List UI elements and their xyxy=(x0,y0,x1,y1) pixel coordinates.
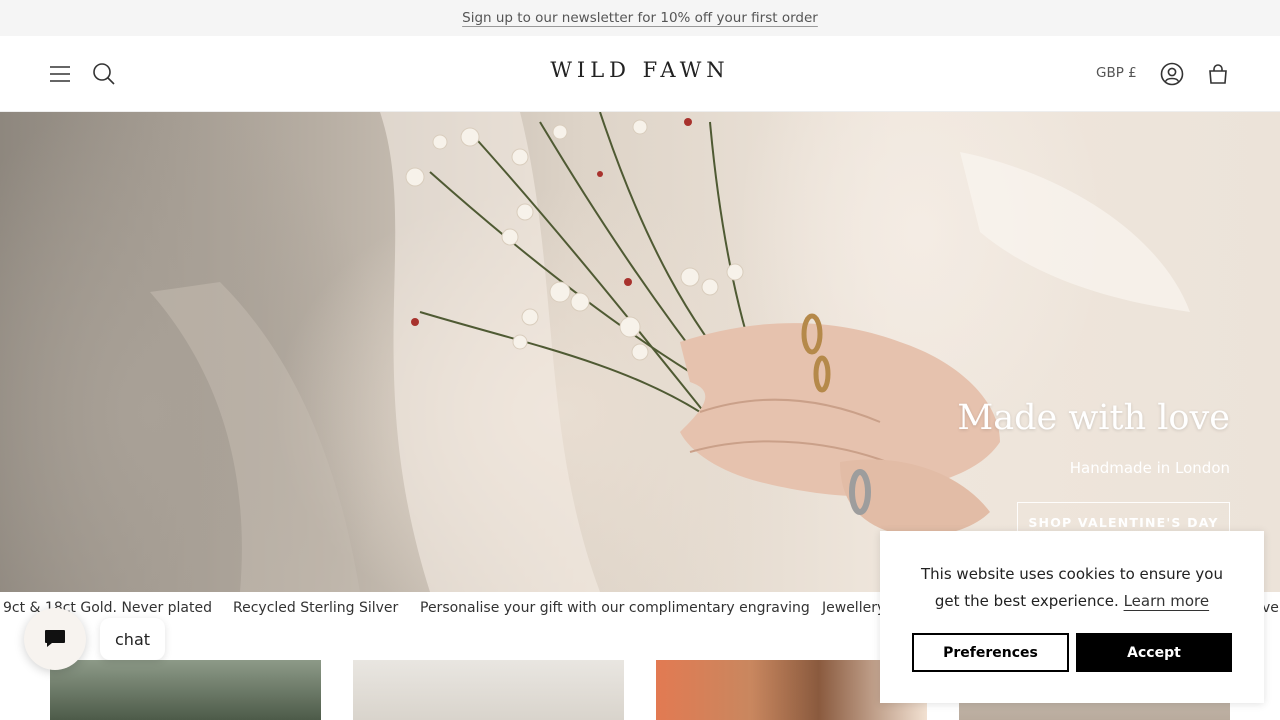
product-image[interactable] xyxy=(50,660,321,720)
currency-selector[interactable]: GBP £ xyxy=(1096,65,1137,81)
brand-logo: WILD FAWN xyxy=(0,58,1280,82)
accept-button[interactable]: Accept xyxy=(1076,633,1232,672)
cookie-banner: This website uses cookies to ensure you … xyxy=(880,531,1264,703)
ticker-item: 9ct & 18ct Gold. Never plated xyxy=(3,600,212,616)
chat-bubble-icon xyxy=(45,630,65,647)
newsletter-link[interactable]: Sign up to our newsletter for 10% off yo… xyxy=(462,10,818,26)
hero-banner: Made with love Handmade in London SHOP V… xyxy=(0,112,1280,592)
chat-launcher-button[interactable] xyxy=(24,608,86,670)
site-header: WILD FAWN GBP £ xyxy=(0,36,1280,112)
chat-label[interactable]: chat xyxy=(100,618,166,660)
learn-more-link[interactable]: Learn more xyxy=(1124,592,1210,610)
cart-icon[interactable] xyxy=(1206,62,1230,86)
ticker-item: Jewellery xyxy=(822,600,886,616)
ticker-item: Personalise your gift with our complimen… xyxy=(420,600,810,616)
search-icon[interactable] xyxy=(92,62,116,86)
preferences-button[interactable]: Preferences xyxy=(912,633,1069,672)
ticker-item: ver xyxy=(1262,600,1280,616)
ticker-item: Recycled Sterling Silver xyxy=(233,600,399,616)
announcement-bar: Sign up to our newsletter for 10% off yo… xyxy=(0,0,1280,36)
hero-title: Made with love xyxy=(957,398,1230,438)
hero-subtitle: Handmade in London xyxy=(1069,459,1230,477)
menu-icon[interactable] xyxy=(48,62,72,86)
account-icon[interactable] xyxy=(1160,62,1184,86)
cookie-message-block: This website uses cookies to ensure you … xyxy=(880,561,1264,615)
product-image[interactable] xyxy=(353,660,624,720)
logo-text[interactable]: WILD FAWN xyxy=(550,58,729,82)
